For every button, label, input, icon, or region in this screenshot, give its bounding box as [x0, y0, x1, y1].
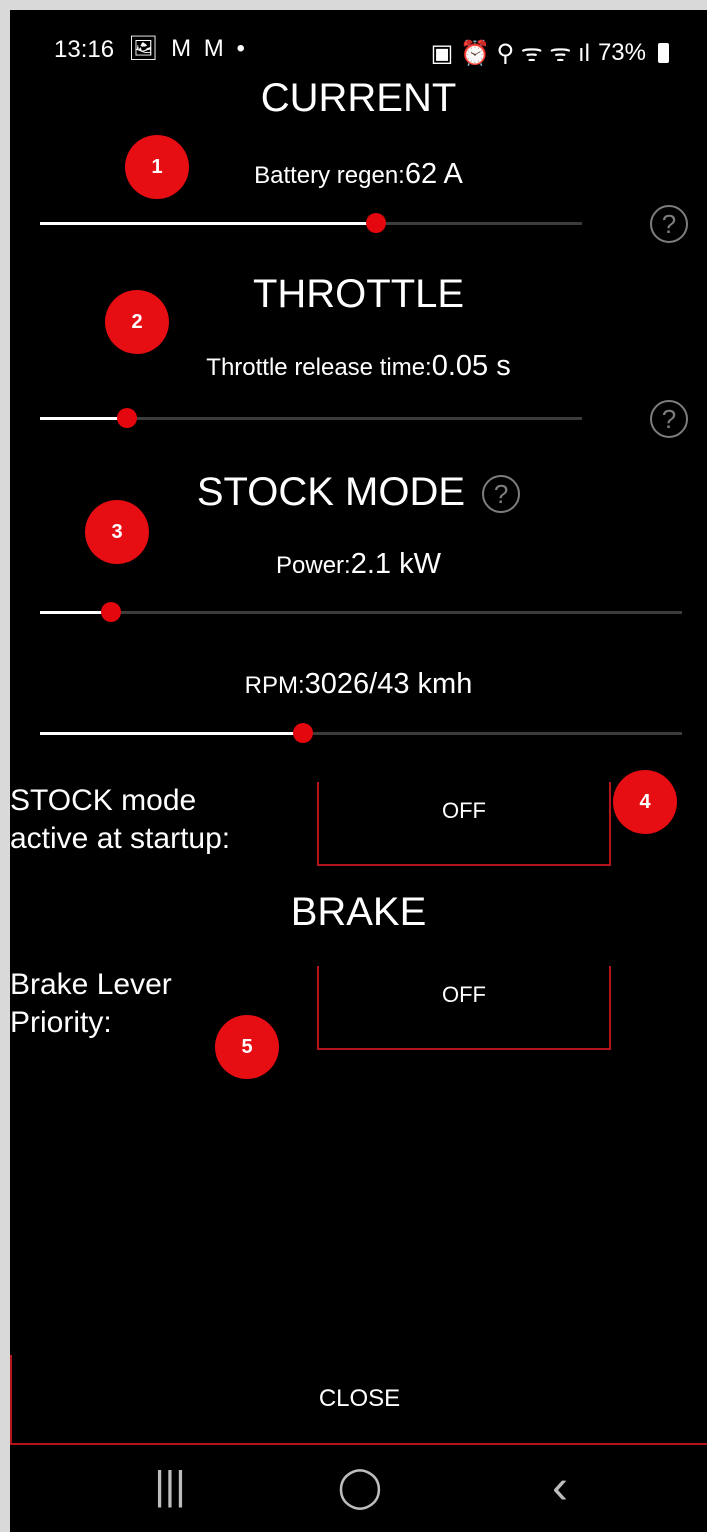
- recents-icon[interactable]: |||: [130, 1464, 210, 1509]
- throttle-help-icon[interactable]: ?: [650, 400, 688, 438]
- power-value: 2.1 kW: [350, 548, 441, 580]
- app-screen: 13:16 🖼 M M • ▣ ⏰ ⚲ ᯤ ᯤ ıl 73% CURRENT B…: [10, 10, 707, 1532]
- back-icon[interactable]: ‹: [520, 1460, 600, 1515]
- brake-priority-toggle[interactable]: OFF: [317, 966, 611, 1050]
- system-status-icons: ▣ ⏰ ⚲ ᯤ ᯤ ıl: [430, 40, 590, 67]
- current-help-icon[interactable]: ?: [650, 205, 688, 243]
- annotation-badge-3: 3: [85, 500, 149, 564]
- rpm-readout: RPM:3026/43 kmh: [10, 668, 707, 701]
- rpm-slider[interactable]: [40, 723, 682, 743]
- annotation-badge-1: 1: [125, 135, 189, 199]
- notification-icons: 🖼 M M •: [128, 35, 248, 62]
- close-button[interactable]: CLOSE: [10, 1355, 707, 1445]
- nav-bar: ||| ◯ ‹: [10, 1450, 707, 1532]
- stock-startup-label-line2: active at startup:: [10, 822, 231, 855]
- power-label: Power:: [276, 552, 351, 579]
- battery-icon: [658, 42, 669, 63]
- status-bar: 13:16 🖼 M M • ▣ ⏰ ⚲ ᯤ ᯤ ıl 73%: [10, 10, 707, 80]
- stock-startup-label-line1: STOCK mode: [10, 784, 197, 817]
- status-time: 13:16: [54, 36, 115, 63]
- slider-fill: [40, 222, 377, 225]
- current-title: CURRENT: [260, 76, 457, 120]
- battery-regen-slider[interactable]: [40, 213, 582, 233]
- brake-title: BRAKE: [290, 890, 427, 934]
- slider-thumb[interactable]: [293, 723, 314, 743]
- brake-priority-label-line1: Brake Lever: [10, 968, 172, 1001]
- system-icons: ▣ ⏰ ⚲ ᯤ ᯤ ıl 73%: [431, 36, 669, 69]
- throttle-release-readout: Throttle release time:0.05 s: [10, 350, 707, 383]
- throttle-release-label: Throttle release time:: [206, 354, 432, 381]
- close-button-label: CLOSE: [318, 1385, 401, 1412]
- battery-level: 73%: [597, 38, 646, 66]
- annotation-badge-5: 5: [215, 1015, 279, 1079]
- slider-thumb[interactable]: [116, 408, 137, 428]
- stock-startup-label: STOCK mode active at startup:: [10, 782, 230, 858]
- brake-priority-label: Brake Lever Priority:: [10, 966, 172, 1042]
- slider-fill: [40, 417, 127, 420]
- brake-priority-label-line2: Priority:: [10, 1006, 112, 1039]
- annotation-badge-2: 2: [105, 290, 169, 354]
- throttle-release-slider[interactable]: [40, 408, 582, 428]
- battery-regen-readout: Battery regen:62 A: [10, 158, 707, 191]
- rpm-value: 3026/43 kmh: [304, 668, 473, 700]
- battery-regen-value: 62 A: [404, 158, 463, 190]
- brake-priority-toggle-label: OFF: [442, 982, 486, 1007]
- slider-thumb[interactable]: [100, 602, 121, 622]
- stock-startup-toggle-label: OFF: [442, 798, 486, 823]
- stock-mode-help-icon[interactable]: ?: [482, 475, 521, 514]
- battery-regen-label: Battery regen:: [254, 162, 405, 189]
- throttle-release-value: 0.05 s: [431, 350, 511, 382]
- stock-mode-title: STOCK MODE: [196, 470, 466, 514]
- home-icon[interactable]: ◯: [320, 1464, 400, 1510]
- slider-fill: [40, 732, 304, 735]
- annotation-badge-4: 4: [613, 770, 677, 834]
- slider-thumb[interactable]: [366, 213, 387, 233]
- power-slider[interactable]: [40, 602, 682, 622]
- stock-startup-toggle[interactable]: OFF: [317, 782, 611, 866]
- rpm-label: RPM:: [244, 672, 305, 699]
